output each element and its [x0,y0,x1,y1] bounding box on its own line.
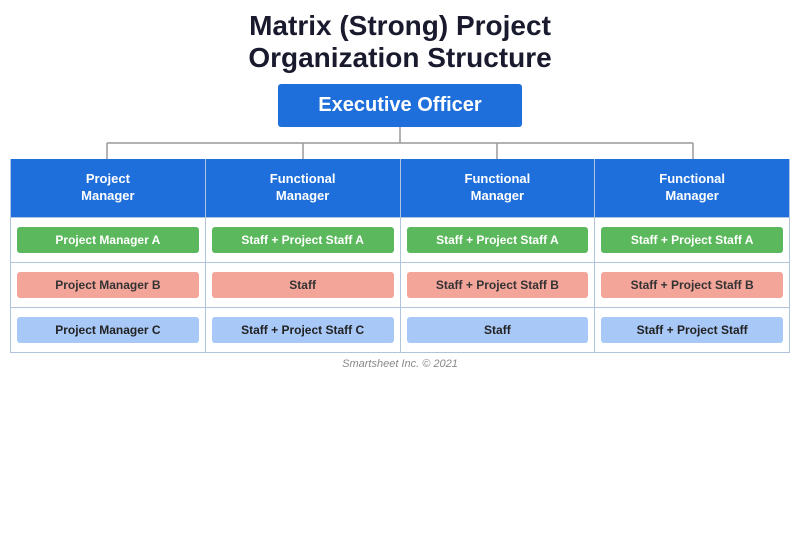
cell-text-b-0: Project Manager B [17,272,199,298]
cell-c-0: Project Manager C [11,308,206,352]
page-title: Matrix (Strong) ProjectOrganization Stru… [248,10,551,74]
cell-text-c-0: Project Manager C [17,317,199,343]
cell-text-c-2: Staff [407,317,589,343]
cell-a-1: Staff + Project Staff A [206,218,401,262]
cell-text-a-2: Staff + Project Staff A [407,227,589,253]
executive-officer-box: Executive Officer [278,84,521,127]
cell-b-3: Staff + Project Staff B [595,263,789,307]
cell-text-a-1: Staff + Project Staff A [212,227,394,253]
cell-a-3: Staff + Project Staff A [595,218,789,262]
cell-c-2: Staff [401,308,596,352]
org-grid: ProjectManager FunctionalManager Functio… [10,159,790,353]
header-cell-3: FunctionalManager [595,159,789,217]
cell-text-a-3: Staff + Project Staff A [601,227,783,253]
header-cell-1: FunctionalManager [206,159,401,217]
cell-text-c-3: Staff + Project Staff [601,317,783,343]
data-row-b: Project Manager B Staff Staff + Project … [11,262,789,307]
connector-area [10,127,790,159]
cell-c-1: Staff + Project Staff C [206,308,401,352]
cell-c-3: Staff + Project Staff [595,308,789,352]
cell-text-b-3: Staff + Project Staff B [601,272,783,298]
connector-svg [10,127,790,159]
data-row-c: Project Manager C Staff + Project Staff … [11,307,789,352]
cell-text-b-2: Staff + Project Staff B [407,272,589,298]
cell-text-c-1: Staff + Project Staff C [212,317,394,343]
cell-a-0: Project Manager A [11,218,206,262]
cell-b-2: Staff + Project Staff B [401,263,596,307]
header-cell-0: ProjectManager [11,159,206,217]
cell-text-a-0: Project Manager A [17,227,199,253]
header-cell-2: FunctionalManager [401,159,596,217]
cell-b-1: Staff [206,263,401,307]
cell-text-b-1: Staff [212,272,394,298]
header-row: ProjectManager FunctionalManager Functio… [11,159,789,217]
cell-a-2: Staff + Project Staff A [401,218,596,262]
cell-b-0: Project Manager B [11,263,206,307]
data-row-a: Project Manager A Staff + Project Staff … [11,217,789,262]
footer-text: Smartsheet Inc. © 2021 [342,358,458,370]
page-wrapper: Matrix (Strong) ProjectOrganization Stru… [0,0,800,541]
